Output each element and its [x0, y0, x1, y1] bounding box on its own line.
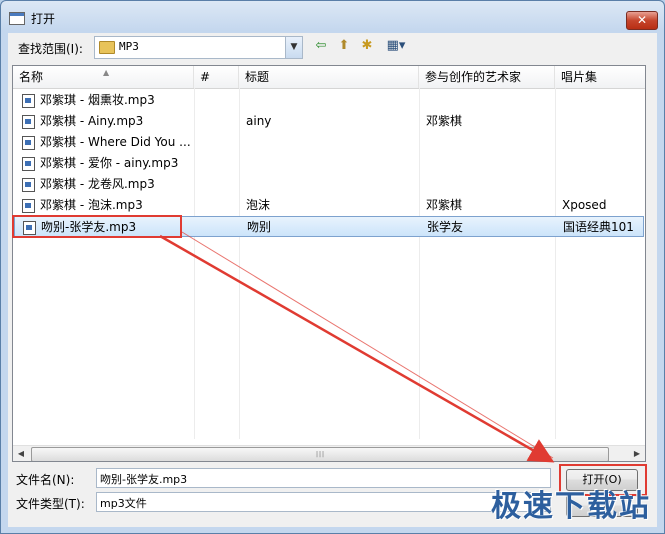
- arrow-line: [159, 234, 555, 463]
- annotation-arrow: [159, 231, 555, 463]
- watermark: 极速下载站: [491, 489, 651, 524]
- arrow-line: [181, 231, 554, 459]
